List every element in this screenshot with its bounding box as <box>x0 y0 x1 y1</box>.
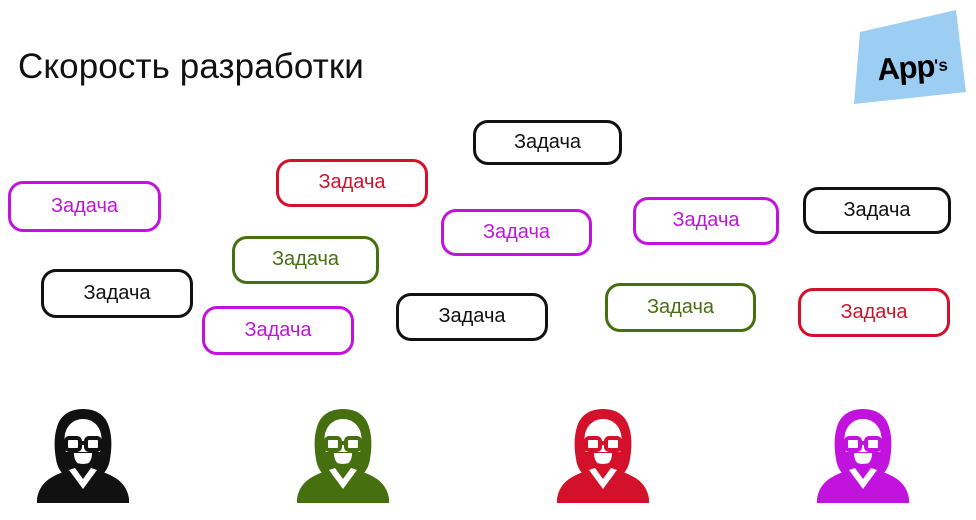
developer-green <box>293 407 393 505</box>
task-chip[interactable]: Задача <box>8 181 161 232</box>
task-chip[interactable]: Задача <box>803 187 951 234</box>
logo-word: App <box>875 48 936 88</box>
task-chip[interactable]: Задача <box>798 288 950 337</box>
logo-wordmark: App's <box>847 12 976 124</box>
developer-red <box>553 407 653 505</box>
task-chip[interactable]: Задача <box>441 209 592 256</box>
apps-logo: App's <box>848 8 972 112</box>
task-chip[interactable]: Задача <box>41 269 193 318</box>
page-title: Скорость разработки <box>18 47 364 86</box>
task-chip[interactable]: Задача <box>473 120 622 165</box>
slide-canvas: Скорость разработки App's Задача Задача За… <box>0 0 976 520</box>
task-chip[interactable]: Задача <box>633 197 779 245</box>
developer-magenta <box>813 407 913 505</box>
task-chip[interactable]: Задача <box>202 306 354 355</box>
developer-black <box>33 407 133 505</box>
task-chip[interactable]: Задача <box>396 293 548 341</box>
task-chip[interactable]: Задача <box>276 159 428 207</box>
task-chip[interactable]: Задача <box>605 283 756 332</box>
logo-superscript: 's <box>933 55 949 76</box>
task-chip[interactable]: Задача <box>232 236 379 284</box>
